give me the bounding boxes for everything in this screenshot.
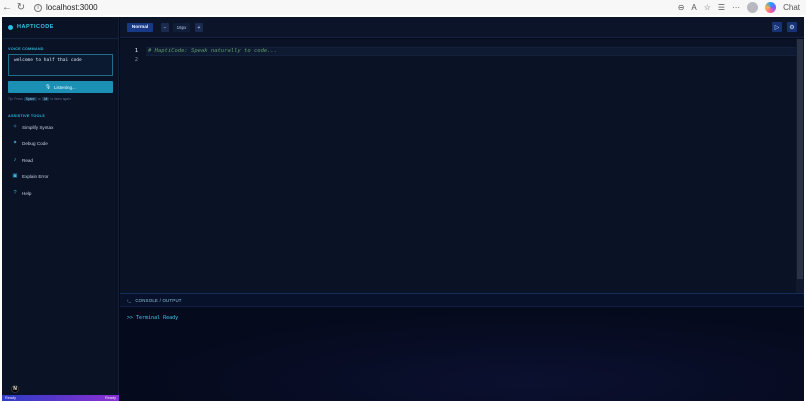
read-aloud-icon[interactable]: A: [691, 3, 696, 12]
collections-icon[interactable]: ☰: [718, 3, 725, 12]
mode-normal-button[interactable]: Normal: [127, 23, 153, 32]
more-icon[interactable]: ···: [732, 3, 740, 12]
tip-text: to listen again: [50, 97, 71, 101]
back-icon[interactable]: ←: [0, 1, 14, 15]
voice-command-textarea[interactable]: welcome to half thai code: [8, 54, 113, 76]
tip-text: or: [37, 97, 41, 101]
increase-font-button[interactable]: +: [195, 23, 203, 32]
brand-name: HAPTICODE: [17, 24, 54, 30]
zoom-icon[interactable]: ⊖: [678, 3, 685, 12]
tip-text: Tip: Press: [8, 97, 23, 101]
tool-label: Explain Error: [22, 173, 49, 179]
nextjs-logo-icon[interactable]: N: [11, 385, 19, 393]
robot-icon: ▣: [12, 173, 18, 179]
code-line[interactable]: # HaptiCode: Speak naturally to code...: [148, 48, 277, 54]
favorite-icon[interactable]: ☆: [704, 3, 711, 12]
code-editor[interactable]: 1 2 # HaptiCode: Speak naturally to code…: [120, 39, 804, 293]
profile-avatar[interactable]: [747, 2, 759, 13]
microphone-icon: 🎙: [45, 84, 51, 89]
scrollbar-thumb[interactable]: [797, 39, 803, 279]
tool-help[interactable]: ? Help: [12, 190, 31, 196]
address-bar[interactable]: i localhost:3000: [34, 3, 98, 12]
console-title: CONSOLE / OUTPUT: [135, 297, 182, 303]
tool-explain-error[interactable]: ▣ Explain Error: [12, 173, 49, 179]
editor-toolbar: Normal − 16px + ▷ ⚙: [120, 17, 804, 38]
copilot-icon[interactable]: [765, 2, 777, 13]
line-number: 2: [134, 57, 138, 63]
status-left: Ready: [5, 396, 16, 400]
bug-icon: ✦: [12, 140, 18, 146]
gear-icon: ⚙: [789, 24, 795, 31]
line-number: 1: [134, 48, 138, 54]
tool-simplify-syntax[interactable]: ✧ Simplify Syntax: [12, 124, 54, 130]
brand: HAPTICODE: [8, 24, 54, 30]
tool-debug-code[interactable]: ✦ Debug Code: [12, 140, 48, 146]
speaker-icon: ♪: [13, 157, 17, 163]
font-size-display: 16px: [173, 23, 190, 32]
brand-dot-icon: [8, 24, 13, 30]
tool-label: Help: [22, 190, 32, 196]
console-header: ›_ CONSOLE / OUTPUT: [120, 293, 804, 307]
listen-button[interactable]: 🎙 Listening...: [8, 81, 113, 93]
tip-key-alt: Alt: [41, 97, 50, 101]
status-bar: Ready Ready: [2, 395, 119, 401]
listen-button-label: Listening...: [53, 84, 76, 90]
settings-button[interactable]: ⚙: [787, 22, 797, 32]
editor-scrollbar[interactable]: [796, 39, 804, 293]
tool-label: Read: [22, 157, 33, 163]
help-icon: ?: [13, 190, 17, 196]
tool-label: Simplify Syntax: [22, 124, 54, 130]
tip-key-space: Space: [23, 97, 37, 101]
terminal-output-line: >> Terminal Ready: [127, 315, 179, 321]
play-icon: ▷: [774, 24, 780, 31]
tool-read[interactable]: ♪ Read: [12, 157, 33, 163]
tool-label: Debug Code: [22, 140, 48, 146]
run-button[interactable]: ▷: [772, 22, 782, 32]
status-right: Ready: [105, 396, 116, 400]
decrease-font-button[interactable]: −: [161, 23, 169, 32]
chat-label[interactable]: Chat: [783, 3, 800, 12]
keyboard-tip: Tip: Press Space or Alt to listen again: [8, 97, 71, 101]
divider: [2, 38, 119, 39]
sidebar: HAPTICODE VOICE COMMAND welcome to half …: [2, 17, 119, 401]
line-gutter: 1 2: [120, 39, 146, 293]
tools-section-label: ASSISTIVE TOOLS: [8, 114, 45, 118]
terminal-icon: ›_: [127, 297, 132, 303]
refresh-icon[interactable]: ↻: [14, 1, 28, 15]
voice-section-label: VOICE COMMAND: [8, 47, 44, 51]
browser-toolbar: ← ↻ i localhost:3000 ⊖ A ☆ ☰ ··· Chat: [0, 0, 806, 15]
sparkle-icon: ✧: [12, 124, 18, 130]
info-icon[interactable]: i: [34, 3, 42, 12]
console-output: >> Terminal Ready: [120, 307, 804, 401]
address-url[interactable]: localhost:3000: [46, 3, 98, 12]
app-root: HAPTICODE VOICE COMMAND welcome to half …: [2, 17, 804, 401]
